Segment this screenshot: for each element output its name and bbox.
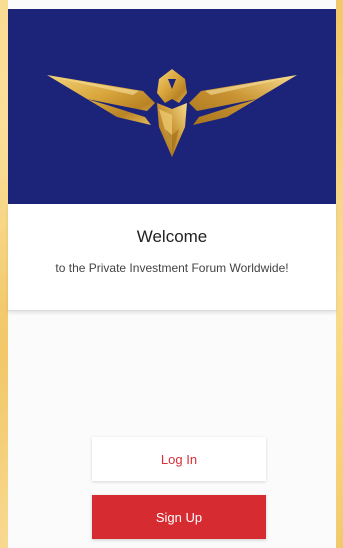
welcome-title: Welcome xyxy=(136,227,208,246)
login-button[interactable]: Log In xyxy=(92,437,266,481)
hero-banner xyxy=(8,9,336,204)
welcome-subtitle: to the Private Investment Forum Worldwid… xyxy=(55,261,289,275)
eagle-logo-icon xyxy=(47,69,297,157)
welcome-card: Welcome to the Private Investment Forum … xyxy=(8,204,336,311)
app-screen: Welcome to the Private Investment Forum … xyxy=(8,0,336,548)
signup-button[interactable]: Sign Up xyxy=(92,495,266,539)
